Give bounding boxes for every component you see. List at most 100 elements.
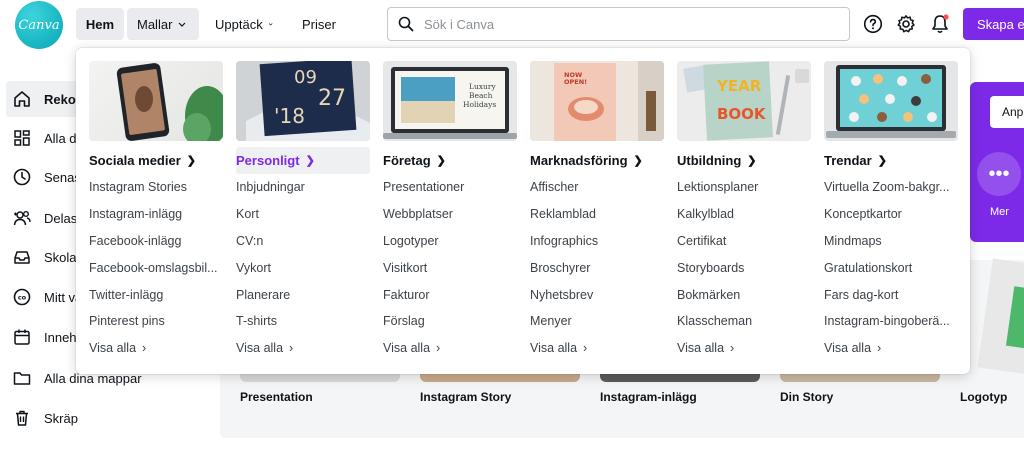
menu-heading-social-media[interactable]: Sociala medier ❯ bbox=[89, 147, 223, 174]
nav-home-button[interactable]: Hem bbox=[76, 8, 124, 40]
nav-templates-label: Mallar bbox=[137, 16, 173, 32]
menu-item[interactable]: Virtuella Zoom-bakgr... bbox=[824, 174, 958, 201]
show-all-link[interactable]: Visa alla › bbox=[530, 335, 664, 362]
sidebar-item-trash[interactable]: Skräp bbox=[6, 400, 206, 436]
education-image[interactable]: YEAR BOOK bbox=[677, 61, 811, 141]
top-bar: Canva Hem Mallar Upptäck Priser Skapa en bbox=[0, 0, 1024, 49]
menu-item[interactable]: Mindmaps bbox=[824, 228, 958, 255]
menu-item[interactable]: Lektionsplaner bbox=[677, 174, 811, 201]
menu-item[interactable]: Infographics bbox=[530, 228, 664, 255]
menu-item[interactable]: Presentationer bbox=[383, 174, 517, 201]
menu-item[interactable]: Inbjudningar bbox=[236, 174, 370, 201]
menu-item[interactable]: Instagram-bingoberä... bbox=[824, 308, 958, 335]
svg-text:co: co bbox=[18, 294, 27, 302]
menu-item[interactable]: Broschyrer bbox=[530, 254, 664, 281]
menu-item[interactable]: Pinterest pins bbox=[89, 308, 223, 335]
menu-item[interactable]: Nyhetsbrev bbox=[530, 281, 664, 308]
personal-image[interactable]: 09 27 '18 bbox=[236, 61, 370, 141]
help-button[interactable] bbox=[861, 12, 885, 36]
menu-item[interactable]: Storyboards bbox=[677, 254, 811, 281]
show-all-link[interactable]: Visa alla › bbox=[677, 335, 811, 362]
marketing-image[interactable]: NOW OPEN! bbox=[530, 61, 664, 141]
gear-icon bbox=[897, 15, 915, 33]
menu-item[interactable]: Certifikat bbox=[677, 228, 811, 255]
chevron-right-icon: › bbox=[289, 341, 294, 356]
menu-item[interactable]: Fars dag-kort bbox=[824, 281, 958, 308]
search-box[interactable] bbox=[387, 7, 850, 41]
sidebar-item-label: Alla di bbox=[44, 130, 80, 146]
menu-item[interactable]: Facebook-inlägg bbox=[89, 228, 223, 255]
menu-item[interactable]: Logotyper bbox=[383, 228, 517, 255]
show-all-link[interactable]: Visa alla › bbox=[824, 335, 958, 362]
menu-item[interactable]: CV:n bbox=[236, 228, 370, 255]
search-icon bbox=[398, 16, 414, 32]
laptop-screen-text: Luxury Beach Holidays bbox=[463, 82, 496, 109]
chevron-right-icon: › bbox=[436, 341, 441, 356]
hero-action-button[interactable]: Anp bbox=[990, 96, 1024, 128]
notifications-button[interactable] bbox=[928, 12, 952, 36]
question-circle-icon bbox=[863, 14, 883, 34]
sidebar-item-label: Inneh bbox=[44, 329, 77, 345]
chevron-right-icon: › bbox=[730, 341, 735, 356]
menu-item[interactable]: Förslag bbox=[383, 308, 517, 335]
menu-heading-business[interactable]: Företag ❯ bbox=[383, 147, 517, 174]
poster-illustration: NOW OPEN! bbox=[530, 61, 664, 141]
laptop-illustration: Luxury Beach Holidays bbox=[383, 67, 517, 139]
settings-button[interactable] bbox=[894, 12, 918, 36]
menu-item[interactable]: Reklamblad bbox=[530, 201, 664, 228]
template-label[interactable]: Presentation bbox=[240, 390, 313, 404]
canva-logo[interactable]: Canva bbox=[15, 1, 63, 49]
show-all-link[interactable]: Visa alla › bbox=[236, 335, 370, 362]
menu-item[interactable]: Gratulationskort bbox=[824, 254, 958, 281]
menu-item[interactable]: Affischer bbox=[530, 174, 664, 201]
show-all-link[interactable]: Visa alla › bbox=[89, 335, 223, 362]
more-dots-icon: ••• bbox=[988, 162, 1010, 185]
chevron-right-icon: ❯ bbox=[633, 155, 643, 167]
menu-item[interactable]: Planerare bbox=[236, 281, 370, 308]
nav-templates-button[interactable]: Mallar bbox=[127, 8, 199, 40]
more-button[interactable]: ••• bbox=[977, 152, 1021, 196]
menu-heading-education[interactable]: Utbildning ❯ bbox=[677, 147, 811, 174]
trending-image[interactable] bbox=[824, 61, 958, 141]
menu-item[interactable]: Bokmärken bbox=[677, 281, 811, 308]
chevron-right-icon: ❯ bbox=[747, 155, 757, 167]
menu-item[interactable]: Vykort bbox=[236, 254, 370, 281]
template-label[interactable]: Din Story bbox=[780, 390, 833, 404]
menu-item[interactable]: Twitter-inlägg bbox=[89, 281, 223, 308]
nav-pricing-button[interactable]: Priser bbox=[292, 8, 348, 40]
menu-item[interactable]: T-shirts bbox=[236, 308, 370, 335]
show-all-link[interactable]: Visa alla › bbox=[383, 335, 517, 362]
social-media-image[interactable] bbox=[89, 61, 223, 141]
home-icon bbox=[14, 91, 30, 107]
menu-item[interactable]: Instagram-inlägg bbox=[89, 201, 223, 228]
menu-column-social-media: Sociala medier ❯ Instagram Stories Instag… bbox=[89, 61, 223, 362]
menu-heading-personal[interactable]: Personligt ❯ bbox=[236, 147, 370, 174]
people-icon bbox=[13, 211, 31, 226]
menu-item[interactable]: Kort bbox=[236, 201, 370, 228]
nav-discover-button[interactable]: Upptäck bbox=[205, 8, 283, 40]
menu-item[interactable]: Konceptkartor bbox=[824, 201, 958, 228]
nav-discover-label: Upptäck bbox=[215, 16, 263, 32]
menu-column-education: YEAR BOOK Utbildning ❯ Lektionsplaner Kal… bbox=[677, 61, 811, 362]
menu-item[interactable]: Fakturor bbox=[383, 281, 517, 308]
template-label[interactable]: Logotyp bbox=[960, 390, 1007, 404]
chevron-down-icon bbox=[268, 23, 273, 26]
menu-heading-trending[interactable]: Trendar ❯ bbox=[824, 147, 958, 174]
menu-heading-label: Trendar bbox=[824, 153, 872, 168]
template-label[interactable]: Instagram Story bbox=[420, 390, 511, 404]
menu-item[interactable]: Facebook-omslagsbil... bbox=[89, 254, 223, 281]
chevron-right-icon: ❯ bbox=[877, 155, 887, 167]
search-input[interactable] bbox=[424, 16, 824, 32]
menu-heading-marketing[interactable]: Marknadsföring ❯ bbox=[530, 147, 664, 174]
menu-item[interactable]: Webbplatser bbox=[383, 201, 517, 228]
template-label[interactable]: Instagram-inlägg bbox=[600, 390, 697, 404]
trash-icon bbox=[16, 410, 28, 426]
business-image[interactable]: Luxury Beach Holidays bbox=[383, 61, 517, 141]
menu-item[interactable]: Instagram Stories bbox=[89, 174, 223, 201]
menu-item[interactable]: Visitkort bbox=[383, 254, 517, 281]
menu-item[interactable]: Klasscheman bbox=[677, 308, 811, 335]
menu-item[interactable]: Menyer bbox=[530, 308, 664, 335]
menu-item[interactable]: Kalkylblad bbox=[677, 201, 811, 228]
yearbook-text-1: YEAR bbox=[716, 77, 762, 95]
create-design-button[interactable]: Skapa en bbox=[963, 8, 1024, 40]
